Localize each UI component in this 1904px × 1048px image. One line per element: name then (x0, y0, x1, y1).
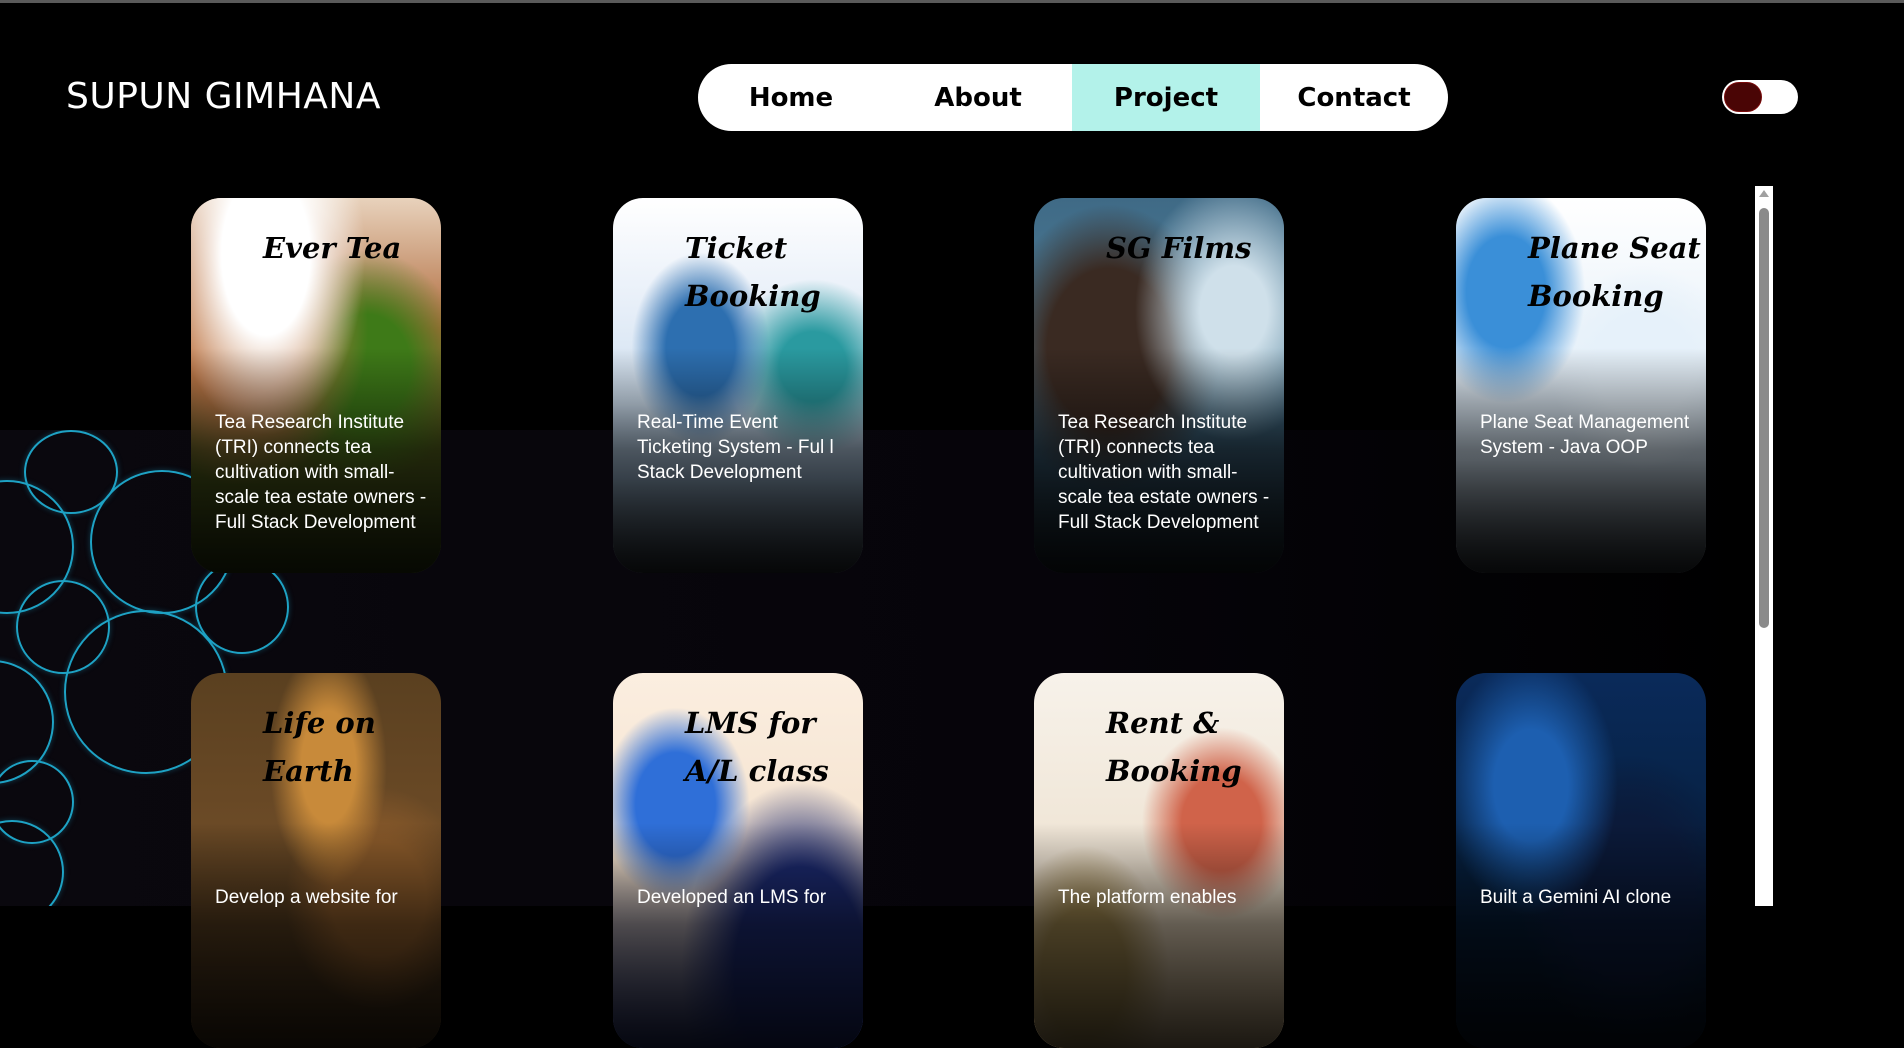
main-nav: Home About Project Contact (698, 64, 1448, 131)
window-top-border (0, 0, 1904, 3)
project-card-ticket-booking[interactable]: Ticket Booking Real-Time Event Ticketing… (613, 198, 863, 573)
project-description: The platform enables (1058, 887, 1237, 908)
brand-name: SUPUN GIMHANA (66, 76, 381, 117)
project-description: Plane Seat Management System - Java OOP (1480, 412, 1690, 458)
card-gradient (613, 823, 863, 1048)
card-gradient (191, 823, 441, 1048)
project-card-lms[interactable]: LMS for A/L class Developed an LMS for (613, 673, 863, 1048)
project-card-sg-films[interactable]: SG Films Tea Research Institute (TRI) co… (1034, 198, 1284, 573)
project-title: SG Films (1106, 231, 1252, 265)
project-title: Life on Earth (263, 706, 376, 788)
project-card-life-on-earth[interactable]: Life on Earth Develop a website for (191, 673, 441, 1048)
project-card-gemini-clone[interactable]: Built a Gemini AI clone (1456, 673, 1706, 1048)
nav-project[interactable]: Project (1072, 64, 1260, 131)
project-card-plane-seat-booking[interactable]: Plane Seat Booking Plane Seat Management… (1456, 198, 1706, 573)
project-description: Tea Research Institute (TRI) connects te… (215, 412, 427, 533)
project-card-ever-tea[interactable]: Ever Tea Tea Research Institute (TRI) co… (191, 198, 441, 573)
project-title: Ticket Booking (685, 231, 821, 313)
project-card-rent-booking[interactable]: Rent & Booking The platform enables (1034, 673, 1284, 1048)
project-description: Developed an LMS for (637, 887, 827, 908)
project-title: Rent & Booking (1106, 706, 1242, 788)
scrollbar-thumb[interactable] (1759, 208, 1769, 628)
toggle-knob (1724, 82, 1762, 112)
card-gradient (1456, 348, 1706, 573)
project-title: Ever Tea (263, 231, 402, 265)
project-title: Plane Seat Booking (1528, 231, 1701, 313)
card-gradient (1456, 823, 1706, 1048)
project-description: Develop a website for (215, 887, 398, 908)
nav-home[interactable]: Home (698, 64, 884, 131)
vertical-scrollbar[interactable] (1755, 186, 1773, 906)
nav-contact[interactable]: Contact (1260, 64, 1448, 131)
project-title: LMS for A/L class (685, 706, 829, 788)
project-description: Built a Gemini AI clone (1480, 887, 1672, 908)
scroll-up-arrow-icon[interactable] (1759, 190, 1769, 197)
card-gradient (1034, 823, 1284, 1048)
theme-toggle[interactable] (1722, 80, 1798, 114)
nav-about[interactable]: About (884, 64, 1072, 131)
project-description: Real-Time Event Ticketing System - Ful l… (637, 412, 834, 483)
project-description: Tea Research Institute (TRI) connects te… (1058, 412, 1270, 533)
